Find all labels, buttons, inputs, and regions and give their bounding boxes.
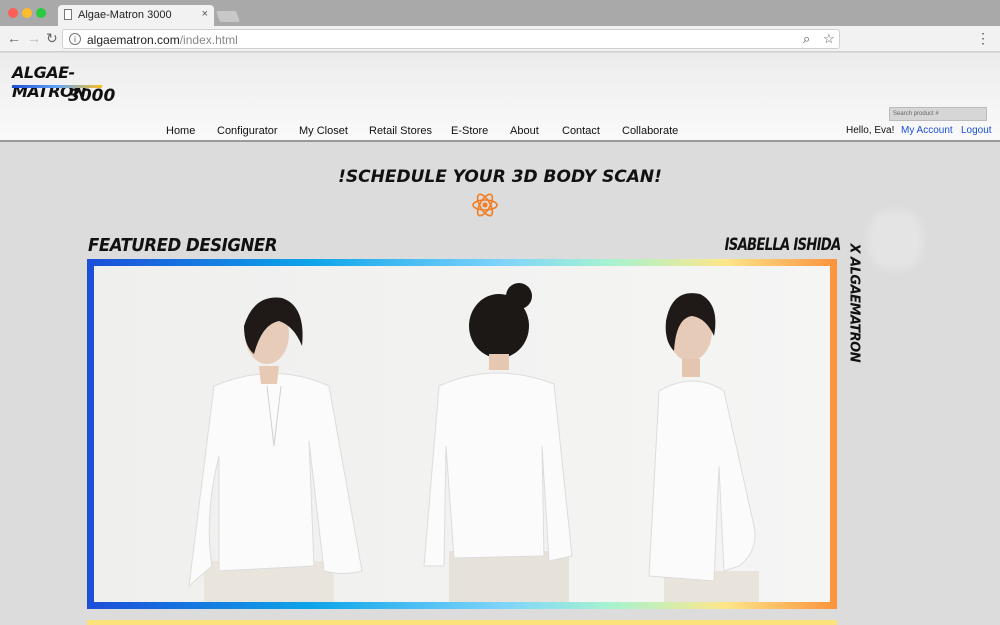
new-tab-button[interactable] — [215, 11, 241, 22]
nav-contact[interactable]: Contact — [562, 125, 600, 137]
featured-designer-label: FEATURED DESIGNER — [88, 235, 278, 256]
featured-photo-frame[interactable] — [87, 259, 837, 609]
nav-configurator[interactable]: Configurator — [217, 125, 278, 137]
nav-about[interactable]: About — [510, 125, 539, 137]
forward-icon[interactable]: → — [27, 30, 41, 46]
featured-photo — [94, 266, 830, 602]
my-account-link[interactable]: My Account — [901, 125, 953, 136]
url-text: algaematron.com/index.html — [87, 33, 238, 47]
bookmark-star-icon[interactable]: ☆ — [823, 31, 835, 47]
address-bar[interactable]: i algaematron.com/index.html ⌕ ☆ — [62, 29, 840, 49]
nav-e-store[interactable]: E-Store — [451, 125, 488, 137]
close-window-button[interactable] — [8, 8, 18, 18]
brand-vertical-label: X ALGAEMATRON — [842, 244, 866, 363]
tab-close-icon[interactable]: × — [202, 8, 208, 20]
tab-title: Algae-Matron 3000 — [78, 9, 172, 21]
browser-menu-icon[interactable]: ⋮ — [976, 31, 990, 45]
logout-link[interactable]: Logout — [961, 125, 992, 136]
zoom-icon[interactable]: ⌕ — [803, 31, 810, 47]
model-figures-illustration — [94, 266, 830, 602]
url-path: /index.html — [179, 33, 238, 47]
browser-tab-bar: Algae-Matron 3000 × — [0, 0, 1000, 26]
nav-home[interactable]: Home — [166, 125, 195, 137]
minimize-window-button[interactable] — [22, 8, 32, 18]
url-host: algaematron.com — [87, 33, 180, 47]
brand-vertical-text: X ALGAEMATRON — [846, 243, 862, 363]
info-icon[interactable]: i — [69, 33, 81, 45]
nav-collaborate[interactable]: Collaborate — [622, 125, 678, 137]
schedule-scan-headline[interactable]: !SCHEDULE YOUR 3D BODY SCAN! — [0, 167, 1000, 187]
atom-icon — [472, 193, 498, 217]
browser-tab[interactable]: Algae-Matron 3000 × — [58, 5, 214, 26]
designer-name: ISABELLA ISHIDA — [724, 235, 841, 255]
site-header: ALGAE-MATRON 3000 Search product # Home … — [0, 53, 1000, 142]
maximize-window-button[interactable] — [36, 8, 46, 18]
greeting-text: Hello, Eva! — [846, 125, 895, 136]
product-search-input[interactable]: Search product # — [889, 107, 987, 121]
background-smudge — [868, 210, 923, 270]
nav-retail-stores[interactable]: Retail Stores — [369, 125, 432, 137]
logo-line2: 3000 — [68, 86, 116, 106]
section-divider-bar — [87, 620, 837, 625]
document-icon — [64, 9, 72, 20]
back-icon[interactable]: ← — [7, 30, 21, 46]
reload-icon[interactable]: ↻ — [46, 30, 58, 46]
site-logo[interactable]: ALGAE-MATRON 3000 — [11, 63, 116, 111]
nav-my-closet[interactable]: My Closet — [299, 125, 348, 137]
browser-toolbar: ← → ↻ i algaematron.com/index.html ⌕ ☆ ⋮ — [0, 26, 1000, 52]
